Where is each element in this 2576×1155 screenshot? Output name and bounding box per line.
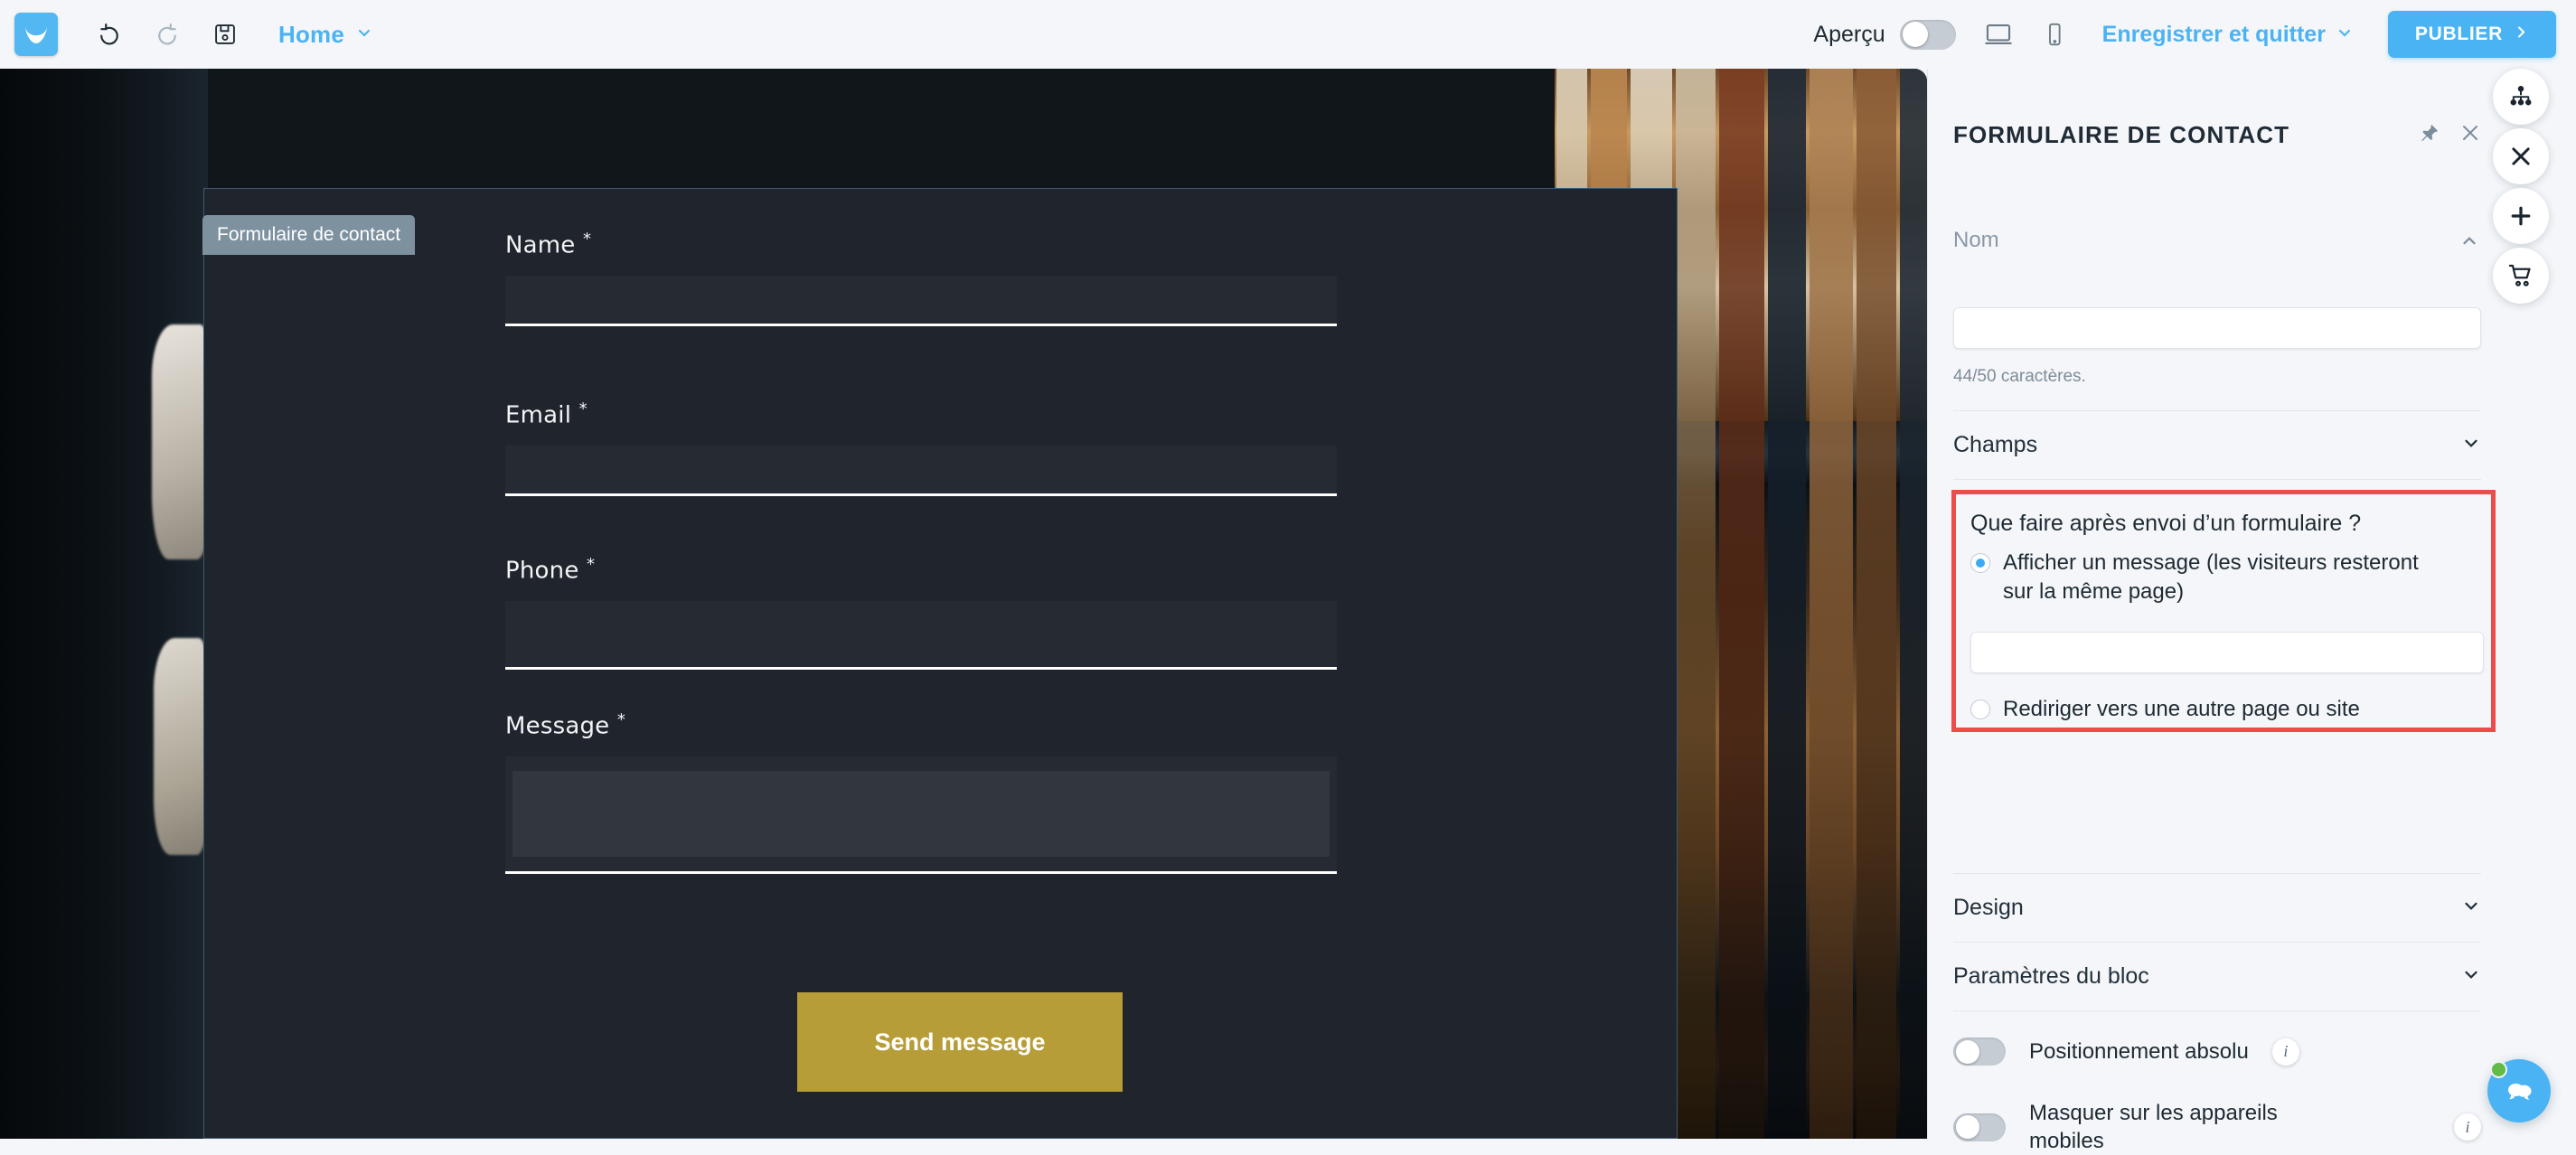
radio-label: Afficher un message (les visiteurs reste… [2003,550,2419,604]
form-field-phone[interactable]: Phone * [505,555,1337,670]
absolute-position-toggle[interactable] [1953,1038,2006,1066]
section-label: Paramètres du bloc [1953,963,2149,989]
message-textarea[interactable] [505,756,1337,874]
success-message-input[interactable] [1970,632,2484,673]
field-label: Message * [505,710,626,740]
toggle-knob [1956,1115,1979,1140]
character-counter: 44/50 caractères. [1953,367,2086,386]
undo-icon[interactable] [89,14,130,55]
top-toolbar: Home Aperçu Enregistrer et quitter PUBLI… [0,0,2576,69]
publish-button[interactable]: PUBLIER [2387,11,2556,58]
email-input[interactable] [505,445,1337,496]
page-name: Home [278,20,345,48]
floppy-save-icon[interactable] [204,14,246,55]
chat-bubbles-icon[interactable] [2487,1059,2551,1122]
right-icon-rail [2473,69,2576,1139]
preview-toggle[interactable] [1899,19,1956,50]
toggle-label: Masquer sur les appareils mobiles [2029,1101,2278,1154]
chevron-down-icon [2336,22,2354,48]
hide-on-mobile-toggle[interactable] [1953,1113,2006,1141]
success-view-highlight: Que faire après envoi d’un formulaire ? … [1951,490,2496,732]
toggle-row-absolute-position: Positionnement absolu i [1953,1038,2481,1066]
chevron-down-icon [355,23,373,46]
toggle-row-hide-on-mobile: Masquer sur les appareils mobiles i [1953,1099,2481,1155]
pen-cross-icon[interactable] [2493,128,2549,184]
pin-icon[interactable] [2420,123,2440,147]
toggle-knob [1956,1039,1979,1064]
field-label: Phone * [505,555,596,585]
selected-block-tag: Formulaire de contact [202,215,416,255]
envelope-logo-icon[interactable] [14,13,58,56]
radio-option-redirect[interactable]: Rediriger vers une autre page ou site [1970,695,2437,724]
page-canvas[interactable]: Formulaire de contact Name * Email * Pho… [0,69,1927,1139]
form-field-message[interactable]: Message * [505,710,1337,874]
chat-status-dot [2490,1061,2507,1078]
toggle-knob [1902,22,1928,47]
form-field-email[interactable]: Email * [505,399,1337,496]
publish-label: PUBLIER [2414,23,2503,44]
send-message-button[interactable]: Send message [797,992,1123,1092]
plus-icon[interactable] [2493,188,2549,244]
sitemap-icon[interactable] [2493,69,2549,125]
page-selector[interactable]: Home [278,21,373,49]
field-label: Name * [505,230,592,259]
save-and-quit-button[interactable]: Enregistrer et quitter [2102,22,2354,48]
panel-header: FORMULAIRE DE CONTACT [1953,121,2481,149]
chevron-right-icon [2514,23,2529,45]
form-field-name[interactable]: Name * [505,230,1337,326]
field-label: Email * [505,399,588,429]
section-parametres-du-bloc[interactable]: Paramètres du bloc [1953,942,2481,1010]
field-name-input[interactable] [1953,307,2481,349]
panel-title: FORMULAIRE DE CONTACT [1953,121,2290,148]
name-input[interactable] [505,275,1337,326]
save-and-quit-label: Enregistrer et quitter [2101,21,2326,47]
field-name-label: Nom [1953,228,1999,252]
redo-icon[interactable] [146,14,188,55]
radio-option-show-message[interactable]: Afficher un message (les visiteurs reste… [1970,549,2437,606]
toggle-label: Positionnement absolu [2029,1039,2249,1064]
info-icon[interactable]: i [2271,1038,2299,1066]
radio-icon-selected [1970,553,1990,573]
radio-icon-unselected [1970,700,1990,719]
divider [1953,1010,2481,1011]
section-label: Design [1953,895,2024,920]
section-champs[interactable]: Champs [1953,410,2481,479]
mobile-icon[interactable] [2041,21,2068,48]
section-label: Champs [1953,432,2038,457]
toolbar-right-group: Aperçu Enregistrer et quitter PUBLIER [1813,11,2576,58]
preview-label: Aperçu [1813,21,1885,47]
success-question: Que faire après envoi d’un formulaire ? [1970,511,2362,536]
section-design[interactable]: Design [1953,873,2481,942]
desktop-icon[interactable] [1983,19,2014,50]
radio-label: Rediriger vers une autre page ou site [2003,697,2360,721]
cart-icon[interactable] [2493,248,2549,304]
phone-input[interactable] [505,600,1337,670]
